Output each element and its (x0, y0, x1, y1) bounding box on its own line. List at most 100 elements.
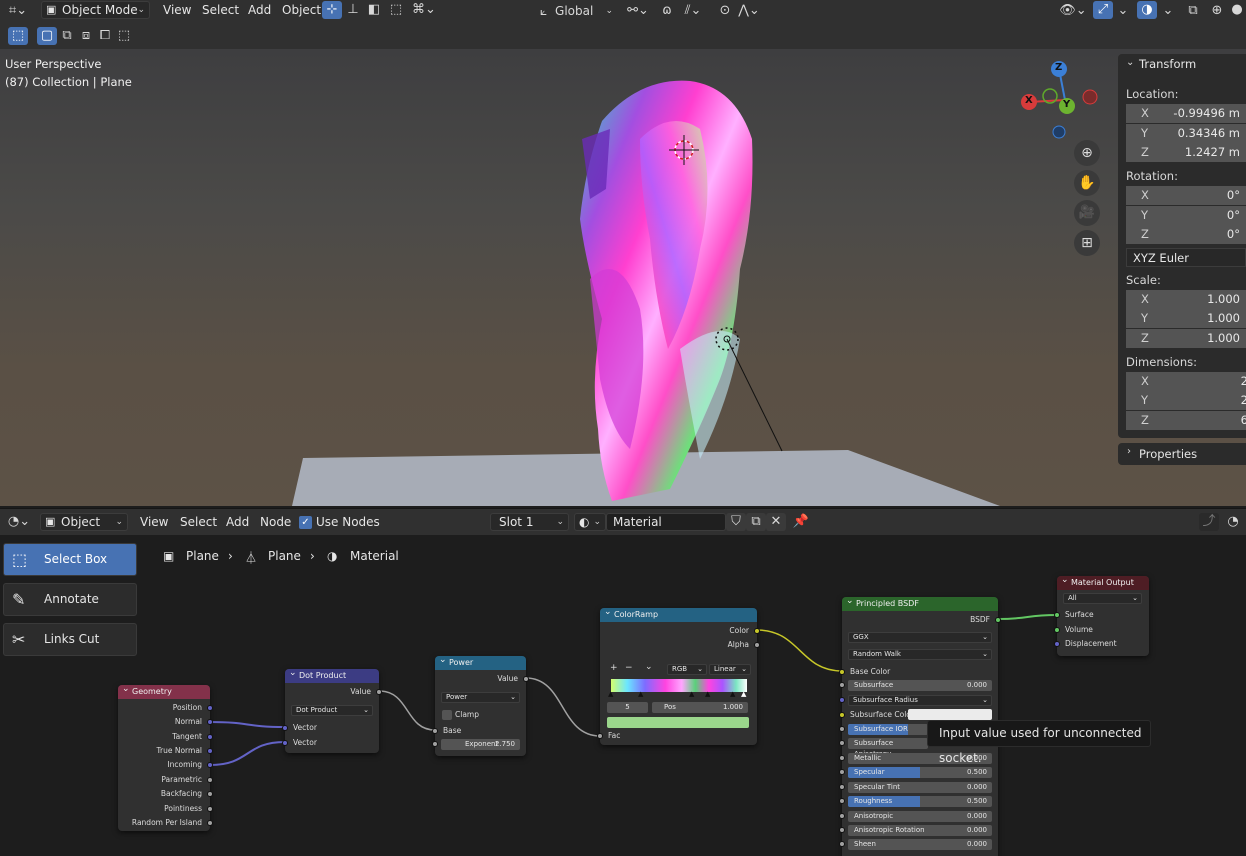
output-socket[interactable] (207, 791, 213, 797)
remove-stop-button[interactable]: − (625, 663, 633, 673)
wireframe-shading-icon[interactable]: ⊕ (1207, 2, 1227, 20)
input-socket[interactable] (1054, 612, 1060, 618)
pan-hand-icon[interactable]: ✋ (1074, 170, 1100, 196)
chevron-down-icon[interactable]: ⌄ (1158, 2, 1178, 20)
menu-add[interactable]: Add (248, 3, 271, 17)
transform-affect-icon[interactable]: ⊹ (322, 1, 342, 19)
color-stop-marker-active[interactable]: ▲ (741, 690, 746, 698)
snap-target-icon[interactable]: ⫽⌄ (678, 2, 708, 20)
select-subtract-icon[interactable]: ⧈ (76, 27, 96, 45)
solid-shading-icon[interactable]: ● (1228, 1, 1246, 19)
output-socket[interactable] (207, 777, 213, 783)
overlay-toggle-icon[interactable]: ◑ (1137, 1, 1157, 19)
output-socket[interactable] (207, 734, 213, 740)
snap-icon[interactable]: ɷ (657, 2, 677, 20)
scale-z-field[interactable]: Z 1.000 (1126, 329, 1246, 348)
gizmo-toggle-icon[interactable]: ⤢ (1093, 1, 1113, 19)
distribution-dropdown[interactable]: GGX ⌄ (848, 632, 992, 643)
output-socket[interactable] (523, 676, 529, 682)
output-socket[interactable] (995, 617, 1001, 623)
input-socket[interactable] (839, 669, 845, 675)
subsurface-field[interactable]: Subsurface 0.000 (848, 680, 992, 691)
clamp-checkbox[interactable] (442, 710, 452, 720)
stop-index-field[interactable]: 5 (607, 702, 648, 713)
menu-select[interactable]: Select (202, 3, 239, 17)
rotation-mode-dropdown[interactable]: XYZ Euler (1126, 248, 1246, 267)
select-tool-icon[interactable]: ⬚ (8, 27, 28, 45)
input-socket[interactable] (839, 841, 845, 848)
select-new-icon[interactable]: ▢ (37, 27, 57, 45)
input-socket[interactable] (839, 740, 845, 746)
rotation-z-field[interactable]: Z 0° (1126, 225, 1246, 244)
properties-panel-header[interactable]: › Properties (1118, 443, 1246, 465)
unlink-material-icon[interactable]: ✕ (766, 513, 786, 531)
target-dropdown[interactable]: All ⌄ (1063, 593, 1142, 604)
input-socket[interactable] (839, 827, 845, 833)
material-browse-button[interactable]: ◐ ⌄ (574, 513, 606, 531)
chevron-down-icon[interactable]: ⌄ (1126, 57, 1134, 68)
input-socket[interactable] (282, 725, 288, 731)
color-stop-marker[interactable]: ▲ (705, 690, 710, 698)
input-socket[interactable] (839, 812, 845, 819)
3d-viewport[interactable]: User Perspective (87) Collection | Plane… (0, 49, 1246, 506)
subsurface-radius-dropdown[interactable]: Subsurface Radius ⌄ (848, 695, 992, 706)
input-socket[interactable] (839, 712, 845, 718)
select-invert-icon[interactable]: ⧠ (95, 27, 115, 45)
node-menu-select[interactable]: Select (180, 515, 217, 529)
color-stop-marker[interactable]: ▲ (638, 690, 643, 698)
xray-icon[interactable]: ⧉ (1183, 2, 1203, 20)
color-stops[interactable]: ▲ ▲ ▲ ▲ ▲ ▲ (608, 690, 747, 698)
fake-user-shield-icon[interactable]: ⛉ (726, 513, 746, 531)
editor-type-icon[interactable]: ⌗⌄ (4, 2, 32, 20)
rotate-gizmo-icon[interactable]: ◧ (364, 1, 384, 19)
mode-dropdown[interactable]: ▣ Object Mode ⌄ (41, 1, 150, 19)
input-socket[interactable] (1054, 641, 1060, 647)
select-intersect-icon[interactable]: ⬚ (114, 27, 134, 45)
stop-position-field[interactable]: Pos 1.000 (652, 702, 748, 713)
rotation-x-field[interactable]: X 0° (1126, 186, 1246, 205)
bsdf-param-field[interactable]: Sheen 0.000 (848, 839, 992, 851)
subsurface-anisotropy-field[interactable]: Subsurface Anisotropy (848, 738, 928, 758)
input-socket[interactable] (839, 755, 845, 761)
scale-gizmo-icon[interactable]: ⬚ (386, 1, 406, 19)
falloff-icon[interactable]: ⋀⌄ (735, 2, 763, 20)
input-socket[interactable] (432, 741, 438, 747)
add-stop-button[interactable]: + (610, 663, 618, 673)
dimensions-z-field[interactable]: Z6 (1126, 411, 1246, 430)
subsurface-color-swatch[interactable] (908, 709, 992, 720)
node-menu-node[interactable]: Node (260, 515, 291, 529)
select-extend-icon[interactable]: ⧉ (57, 27, 77, 45)
node-menu-add[interactable]: Add (226, 515, 249, 529)
input-socket[interactable] (282, 740, 288, 746)
pin-icon[interactable]: 📌 (791, 513, 811, 531)
color-mode-dropdown[interactable]: RGB ⌄ (667, 664, 707, 675)
output-socket[interactable] (376, 689, 382, 695)
output-socket[interactable] (754, 642, 760, 648)
input-socket[interactable] (597, 733, 603, 739)
shader-editor-icon[interactable]: ◔⌄ (4, 513, 34, 531)
input-socket[interactable] (1054, 627, 1060, 633)
dot-product-node[interactable]: Dot Product Value Dot Product ⌄ Vector Ve… (282, 666, 382, 753)
input-socket[interactable] (432, 728, 438, 734)
operation-dropdown[interactable]: Dot Product ⌄ (291, 705, 373, 716)
move-gizmo-icon[interactable]: ⊥ (343, 1, 363, 19)
operation-dropdown[interactable]: Power ⌄ (441, 692, 520, 703)
menu-view[interactable]: View (163, 3, 191, 17)
overlay-node-icon[interactable]: ◔ (1223, 513, 1243, 531)
dimensions-y-field[interactable]: Y2 (1126, 391, 1246, 410)
input-socket[interactable] (839, 798, 845, 805)
location-x-field[interactable]: X -0.99496 m (1126, 104, 1246, 123)
bsdf-param-field[interactable]: Anisotropic Rotation 0.000 (848, 825, 992, 836)
exponent-field[interactable]: Exponent 2.750 (441, 739, 520, 750)
input-socket[interactable] (839, 682, 845, 688)
proportional-edit-icon[interactable]: ⊙ (715, 2, 735, 20)
use-nodes-checkbox[interactable]: ✓ (299, 516, 312, 529)
power-node[interactable]: Power Value Power ⌄ Clamp Base Exponent2.… (432, 653, 529, 756)
output-socket[interactable] (207, 762, 213, 768)
colorramp-node[interactable]: ColorRamp Color Alpha + − ⌄ RGB ⌄ Linear ⌄… (597, 605, 760, 745)
color-stop-marker[interactable]: ▲ (689, 690, 694, 698)
pivot-icon[interactable]: ⚯⌄ (623, 2, 653, 20)
output-socket[interactable] (754, 628, 760, 634)
scale-x-field[interactable]: X 1.000 (1126, 290, 1246, 309)
output-socket[interactable] (207, 806, 213, 812)
